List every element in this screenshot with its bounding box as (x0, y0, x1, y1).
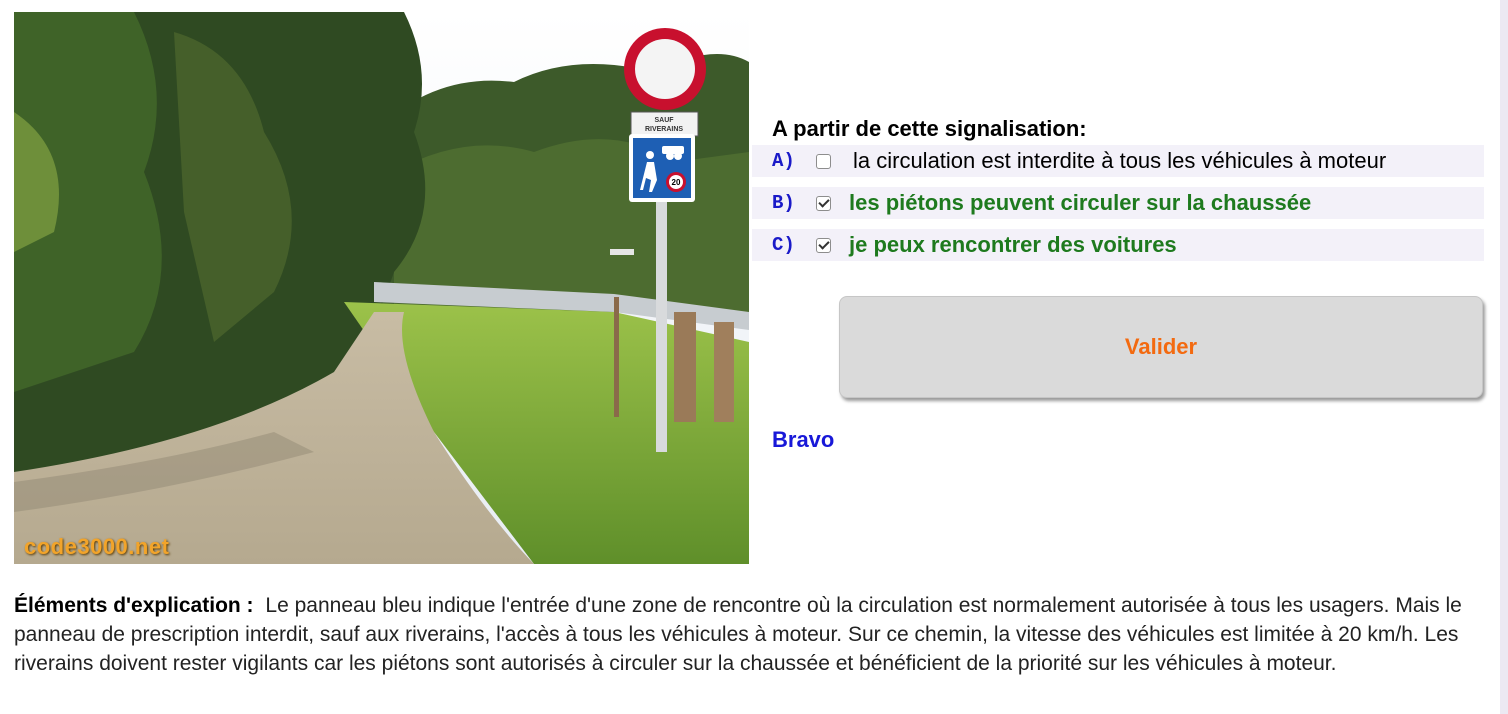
answer-letter: C) (772, 234, 795, 256)
answer-row-b[interactable]: B) les piétons peuvent circuler sur la c… (752, 187, 1484, 219)
question-photo: SAUF RIVERAINS 20 code3000.net (14, 12, 749, 564)
scrollbar-track[interactable] (1500, 0, 1508, 714)
explanation-heading: Éléments d'explication : (14, 594, 254, 617)
meeting-zone-sign-icon: 20 (629, 134, 695, 202)
road-scene-illustration: SAUF RIVERAINS 20 (14, 12, 749, 564)
answer-c-checkbox[interactable] (816, 237, 831, 253)
answer-text: la circulation est interdite à tous les … (853, 148, 1387, 173)
answer-row-a[interactable]: A) la circulation est interdite à tous l… (752, 145, 1484, 177)
watermark-text: code3000.net (24, 534, 170, 559)
validate-button[interactable]: Valider (839, 296, 1483, 398)
answer-text: je peux rencontrer des voitures (849, 232, 1177, 257)
result-message: Bravo (772, 427, 835, 452)
speed-limit-icon: 20 (666, 172, 686, 192)
explanation-paragraph: Éléments d'explication : Le panneau bleu… (14, 591, 1494, 678)
sign-plate-line2: RIVERAINS (645, 126, 683, 133)
sign-plate-line1: SAUF (654, 117, 674, 124)
answer-row-c[interactable]: C) je peux rencontrer des voitures (752, 229, 1484, 261)
answer-b-checkbox[interactable] (816, 195, 831, 211)
no-entry-sign-icon (624, 28, 706, 110)
answer-letter: B) (772, 192, 795, 214)
answer-a-checkbox[interactable] (816, 153, 831, 169)
question-title: A partir de cette signalisation: (772, 116, 1087, 141)
answer-text: les piétons peuvent circuler sur la chau… (849, 190, 1312, 215)
speed-limit-value: 20 (672, 178, 681, 187)
answer-letter: A) (772, 150, 795, 172)
